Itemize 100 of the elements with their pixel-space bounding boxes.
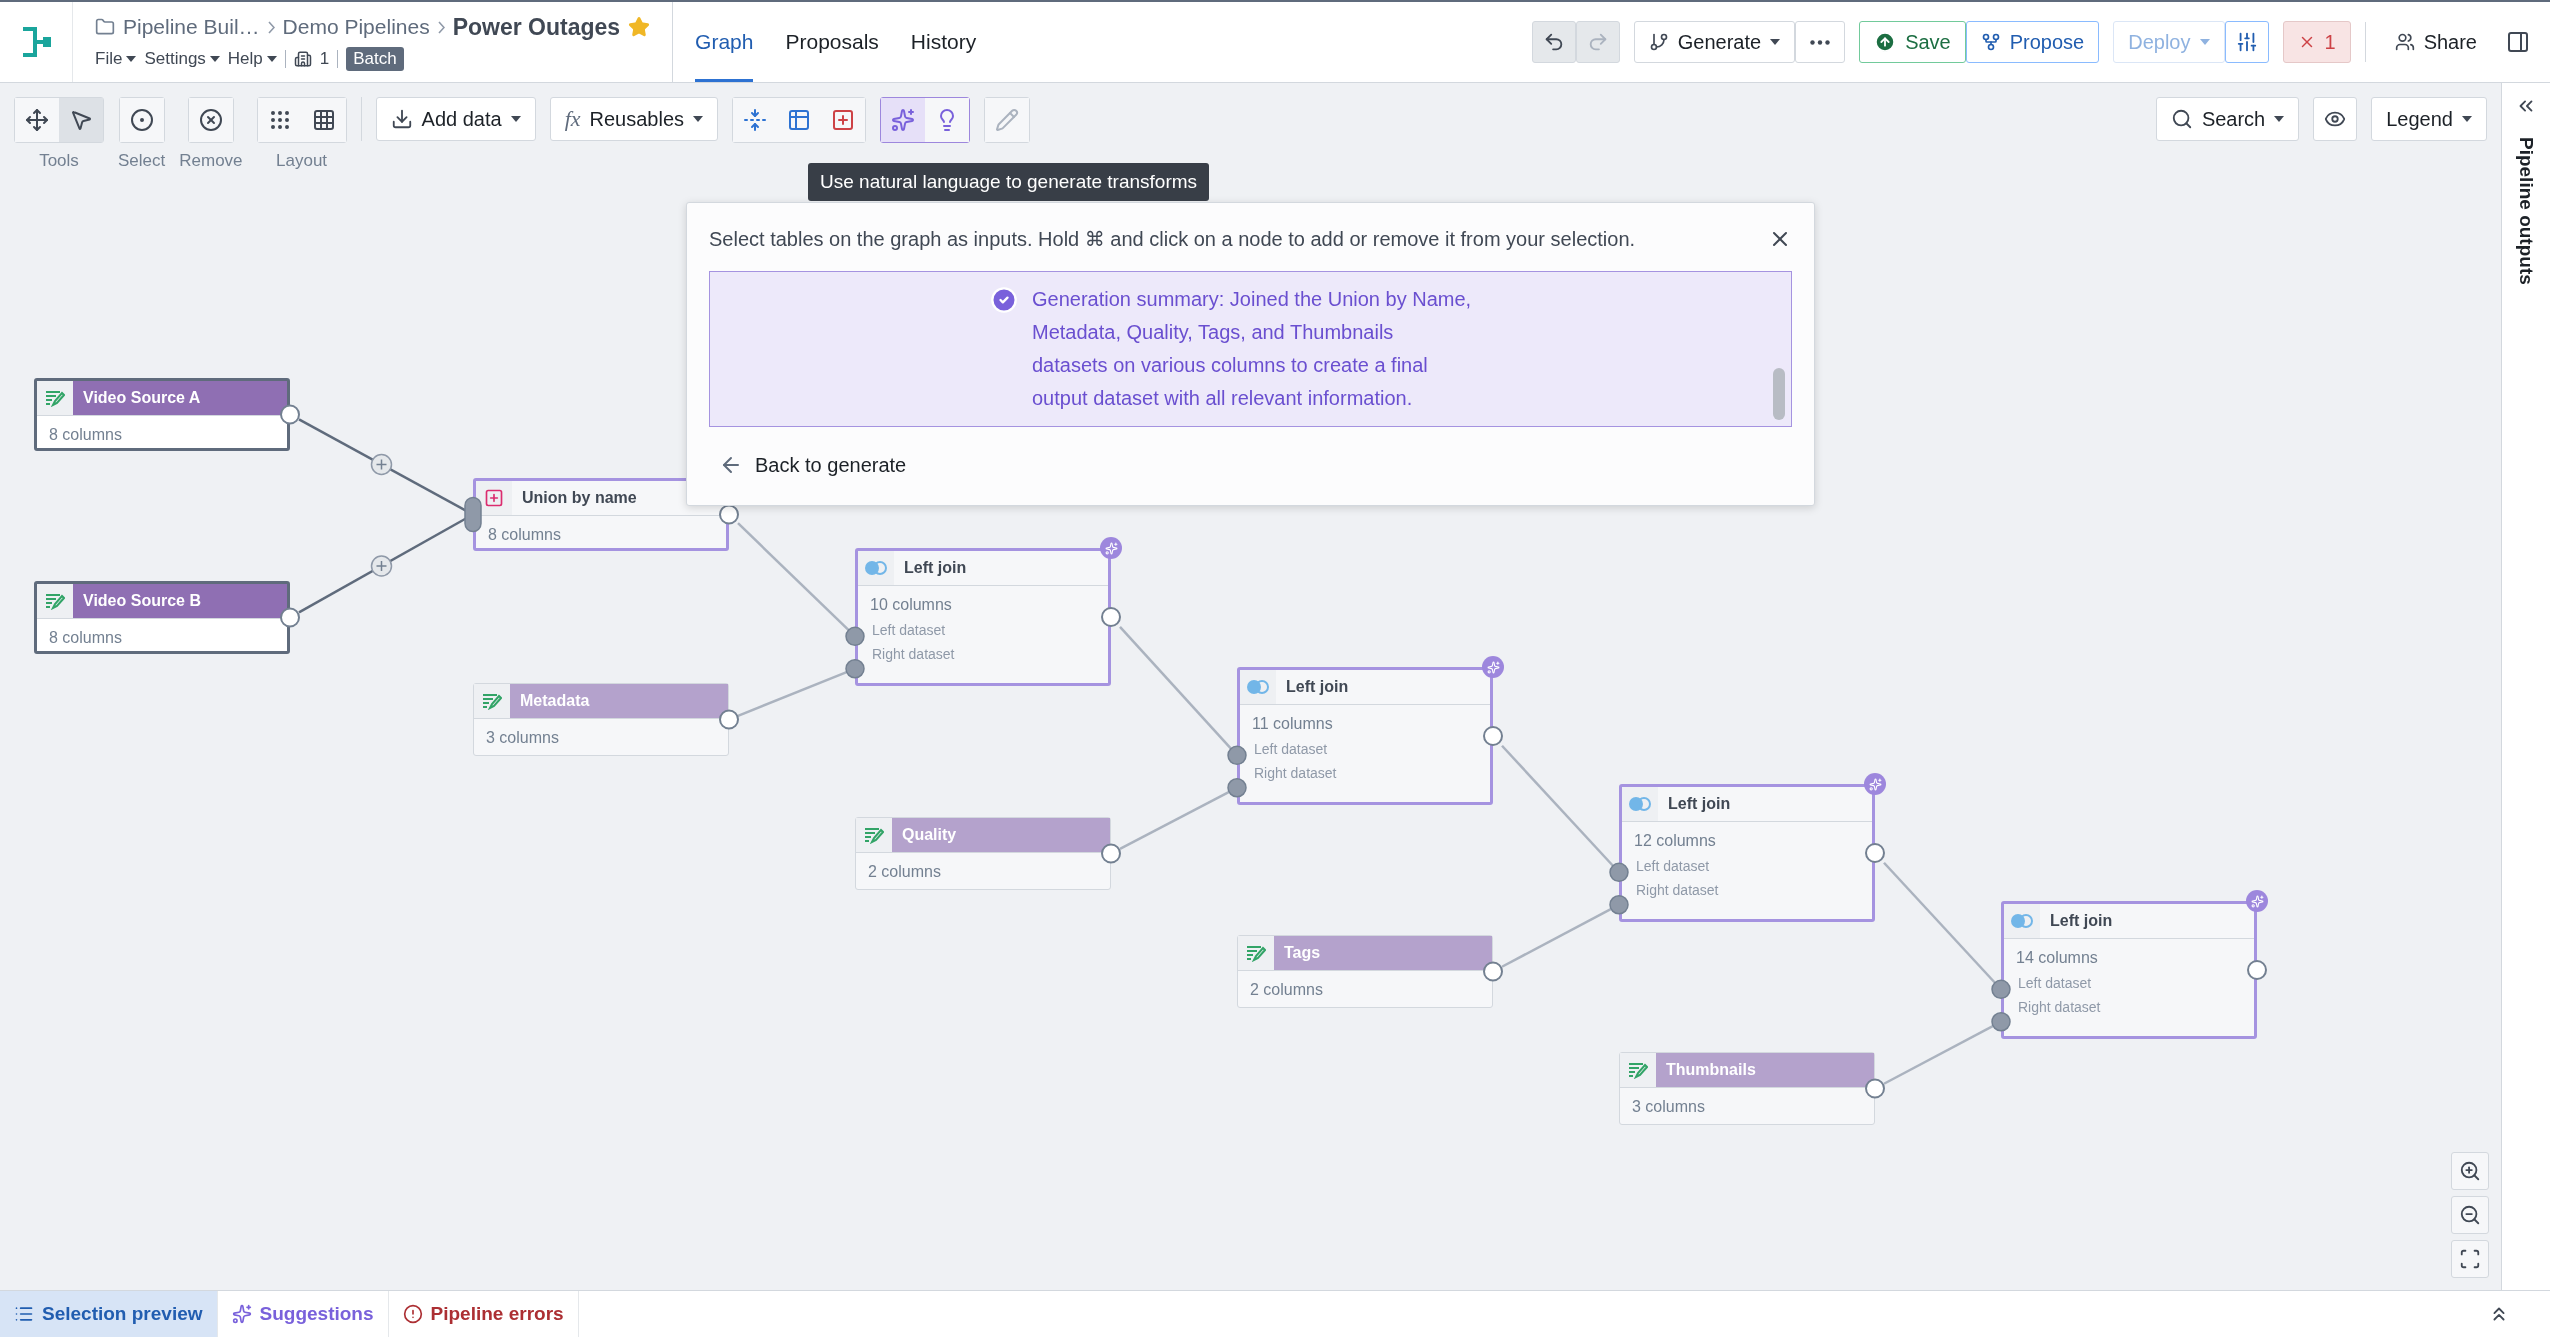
column-count: 11 columns (1251, 714, 1334, 733)
tool-button[interactable] (881, 98, 926, 142)
tool-button[interactable] (925, 98, 970, 142)
output-port[interactable] (2247, 960, 2267, 980)
branch-icon (1648, 32, 1669, 52)
join-icon (1628, 796, 1652, 812)
target-icon (129, 108, 154, 132)
input-port[interactable] (1227, 745, 1247, 766)
add-transform-icon[interactable] (370, 555, 393, 577)
legend-button[interactable]: Legend (2371, 97, 2487, 141)
dataset-node[interactable]: Thumbnails 3 columns (1619, 1052, 1875, 1125)
node-title: Video Source B (82, 591, 201, 611)
more-button[interactable] (1795, 21, 1846, 63)
reusables-button[interactable]: fx Reusables (549, 97, 719, 141)
tool-button[interactable] (188, 98, 233, 142)
dataset-icon (1246, 944, 1266, 962)
input-port[interactable] (1609, 862, 1629, 883)
save-button[interactable]: Save (1859, 21, 1966, 63)
input-port[interactable] (1609, 895, 1629, 915)
output-port[interactable] (1101, 607, 1121, 627)
check-icon (990, 286, 1018, 314)
tool-button[interactable] (59, 98, 103, 142)
column-count: 10 columns (869, 595, 953, 614)
input-port[interactable] (1991, 1012, 2011, 1032)
breadcrumb-link[interactable]: Pipeline Buil… (123, 15, 260, 39)
input-port[interactable] (845, 659, 865, 679)
panel-tab[interactable]: Pipeline errors (388, 1291, 579, 1337)
view-toggle-button[interactable] (2313, 97, 2358, 141)
zoom-in-button[interactable] (2451, 1152, 2489, 1190)
generate-button[interactable]: Generate (1633, 21, 1796, 63)
menu-item[interactable]: Settings (144, 48, 220, 69)
tool-button[interactable] (821, 98, 866, 142)
view-tab[interactable]: Proposals (785, 2, 879, 82)
fit-view-button[interactable] (2451, 1240, 2489, 1278)
fit-view-icon (2459, 1248, 2481, 1270)
tool-button[interactable] (257, 98, 302, 142)
input-label: Right dataset (1253, 764, 1338, 781)
tool-button[interactable] (301, 98, 346, 142)
scrollbar-thumb[interactable] (1773, 368, 1785, 420)
list-icon (14, 1304, 34, 1324)
tool-button[interactable] (119, 98, 164, 142)
search-button[interactable]: Search (2155, 97, 2300, 141)
join-icon (2010, 913, 2034, 929)
output-port[interactable] (719, 709, 739, 730)
view-tab[interactable]: History (910, 2, 977, 82)
menu-item[interactable]: File (95, 48, 137, 69)
panel-icon[interactable] (2506, 30, 2530, 54)
input-port[interactable] (1991, 979, 2011, 1000)
undo-button[interactable] (1531, 21, 1576, 63)
breadcrumb-link[interactable]: Demo Pipelines (282, 15, 430, 39)
zoom-out-button[interactable] (2451, 1196, 2489, 1234)
upload-icon (1874, 31, 1897, 53)
join-icon (1246, 679, 1270, 695)
output-port[interactable] (1483, 961, 1503, 982)
errors-button[interactable]: 1 (2282, 21, 2351, 63)
add-transform-icon[interactable] (370, 453, 393, 476)
caret-icon (209, 55, 220, 62)
error-icon (402, 1304, 423, 1324)
join-node[interactable]: Left join 10 columns Left dataset Right dataset (855, 548, 1111, 686)
pencil-icon (995, 108, 1020, 132)
output-port[interactable] (1865, 1078, 1885, 1099)
settings-button[interactable] (2224, 21, 2269, 63)
join-node[interactable]: Left join 14 columns Left dataset Right dataset (2001, 901, 2257, 1039)
caret-icon (693, 116, 704, 122)
dataset-node[interactable]: Metadata 3 columns (473, 683, 729, 756)
input-port[interactable] (845, 626, 865, 647)
column-count: 3 columns (1631, 1097, 1706, 1116)
dataset-node[interactable]: Tags 2 columns (1237, 935, 1493, 1008)
tool-button[interactable] (733, 98, 778, 142)
branch-count: 1 (319, 48, 330, 69)
star-icon[interactable] (628, 16, 651, 38)
view-tab[interactable]: Graph (695, 2, 754, 82)
input-port[interactable] (464, 496, 482, 533)
column-count: 14 columns (2015, 948, 2099, 967)
panel-tab[interactable]: Selection preview (0, 1291, 218, 1337)
menu-item[interactable]: Help (227, 48, 277, 69)
dataset-node[interactable]: Video Source A 8 columns (34, 378, 290, 451)
dataset-icon (45, 389, 65, 407)
panel-tab[interactable]: Suggestions (217, 1291, 389, 1337)
mode-tag: Batch (346, 46, 404, 71)
output-port[interactable] (1101, 843, 1121, 864)
input-port[interactable] (1227, 778, 1247, 798)
sidebar-title: Pipeline outputs (2515, 137, 2537, 285)
node-title: Tags (1283, 943, 1321, 963)
dataset-node[interactable]: Quality 2 columns (855, 817, 1111, 890)
add-data-button[interactable]: Add data (375, 97, 536, 141)
propose-button[interactable]: Propose (1965, 21, 2100, 63)
tool-button[interactable] (15, 98, 59, 142)
input-label: Left dataset (2017, 974, 2093, 991)
output-port[interactable] (280, 607, 300, 628)
join-node[interactable]: Left join 11 columns Left dataset Right dataset (1237, 667, 1493, 805)
sparkles-icon (231, 1304, 252, 1324)
output-port[interactable] (280, 404, 300, 425)
join-node[interactable]: Left join 12 columns Left dataset Right dataset (1619, 784, 1875, 922)
dataset-node[interactable]: Video Source B 8 columns (34, 581, 290, 654)
union-node[interactable]: Union by name 8 columns (473, 478, 729, 551)
output-port[interactable] (1483, 726, 1503, 746)
column-count: 12 columns (1633, 831, 1717, 850)
split-icon (743, 108, 768, 132)
output-port[interactable] (1865, 843, 1885, 863)
